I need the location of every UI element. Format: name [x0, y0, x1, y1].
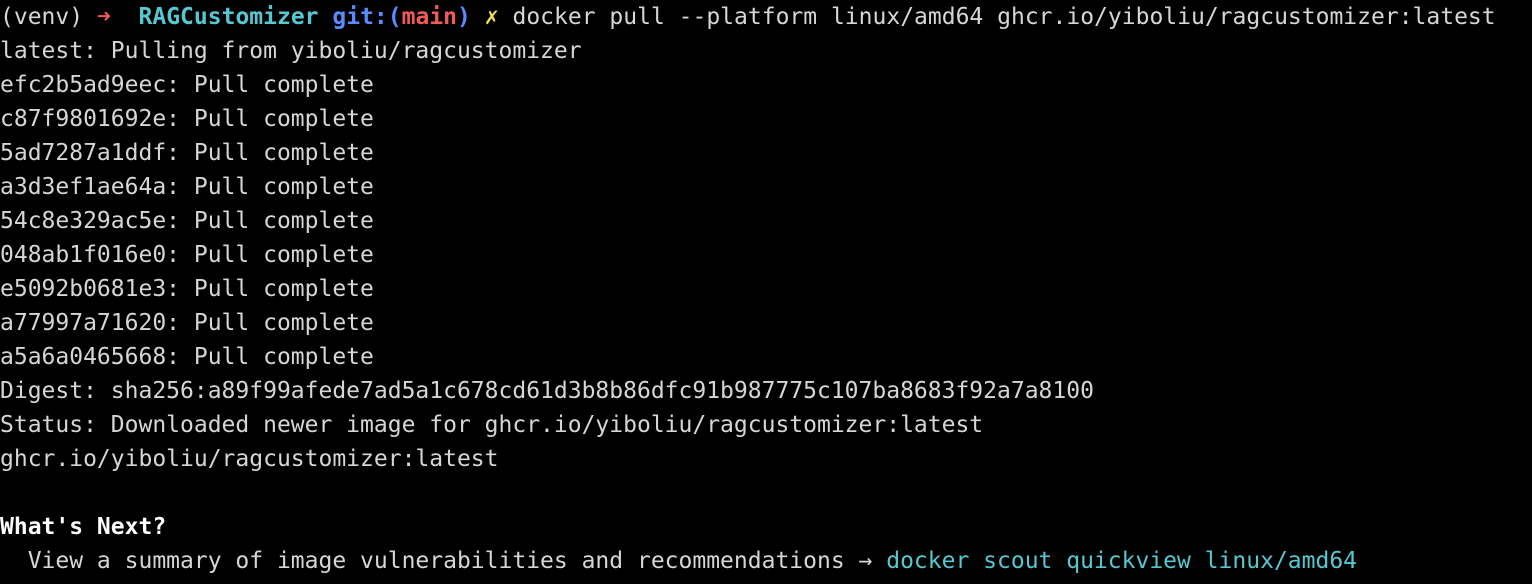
prompt-arrow-icon: ➜	[96, 4, 111, 30]
current-directory: RAGCustomizer	[138, 4, 319, 30]
git-dirty-icon: ✗	[484, 4, 499, 30]
whats-next-heading: What's Next?	[0, 514, 167, 540]
layer-status-line: a77997a71620: Pull complete	[0, 310, 374, 336]
summary-description: View a summary of image vulnerabilities …	[0, 548, 887, 574]
layer-status-line: c87f9801692e: Pull complete	[0, 106, 374, 132]
image-ref-line: ghcr.io/yiboliu/ragcustomizer:latest	[0, 446, 499, 472]
layer-status-line: e5092b0681e3: Pull complete	[0, 276, 374, 302]
prompt-line: (venv) ➜ RAGCustomizer git:(main) ✗ dock…	[0, 0, 1532, 34]
layer-status-line: a5a6a0465668: Pull complete	[0, 344, 374, 370]
layer-list: efc2b5ad9eec: Pull complete c87f9801692e…	[0, 68, 1532, 374]
scout-command-link[interactable]: docker scout quickview linux/amd64	[886, 548, 1357, 574]
terminal-window[interactable]: (venv) ➜ RAGCustomizer git:(main) ✗ dock…	[0, 0, 1532, 584]
layer-status-line: 54c8e329ac5e: Pull complete	[0, 208, 374, 234]
digest-line: Digest: sha256:a89f99afede7ad5a1c678cd61…	[0, 378, 1094, 404]
git-suffix: )	[457, 4, 471, 30]
layer-status-line: efc2b5ad9eec: Pull complete	[0, 72, 374, 98]
git-prefix: git:(	[332, 4, 402, 30]
command-text[interactable]: docker pull --platform linux/amd64 ghcr.…	[512, 4, 1495, 30]
status-line: Status: Downloaded newer image for ghcr.…	[0, 412, 984, 438]
layer-status-line: 048ab1f016e0: Pull complete	[0, 242, 374, 268]
whats-next-summary-line: View a summary of image vulnerabilities …	[0, 544, 1532, 578]
venv-indicator: (venv)	[0, 4, 84, 30]
layer-status-line: a3d3ef1ae64a: Pull complete	[0, 174, 374, 200]
layer-status-line: 5ad7287a1ddf: Pull complete	[0, 140, 374, 166]
pulling-line: latest: Pulling from yiboliu/ragcustomiz…	[0, 38, 582, 64]
git-branch: main	[401, 4, 458, 30]
